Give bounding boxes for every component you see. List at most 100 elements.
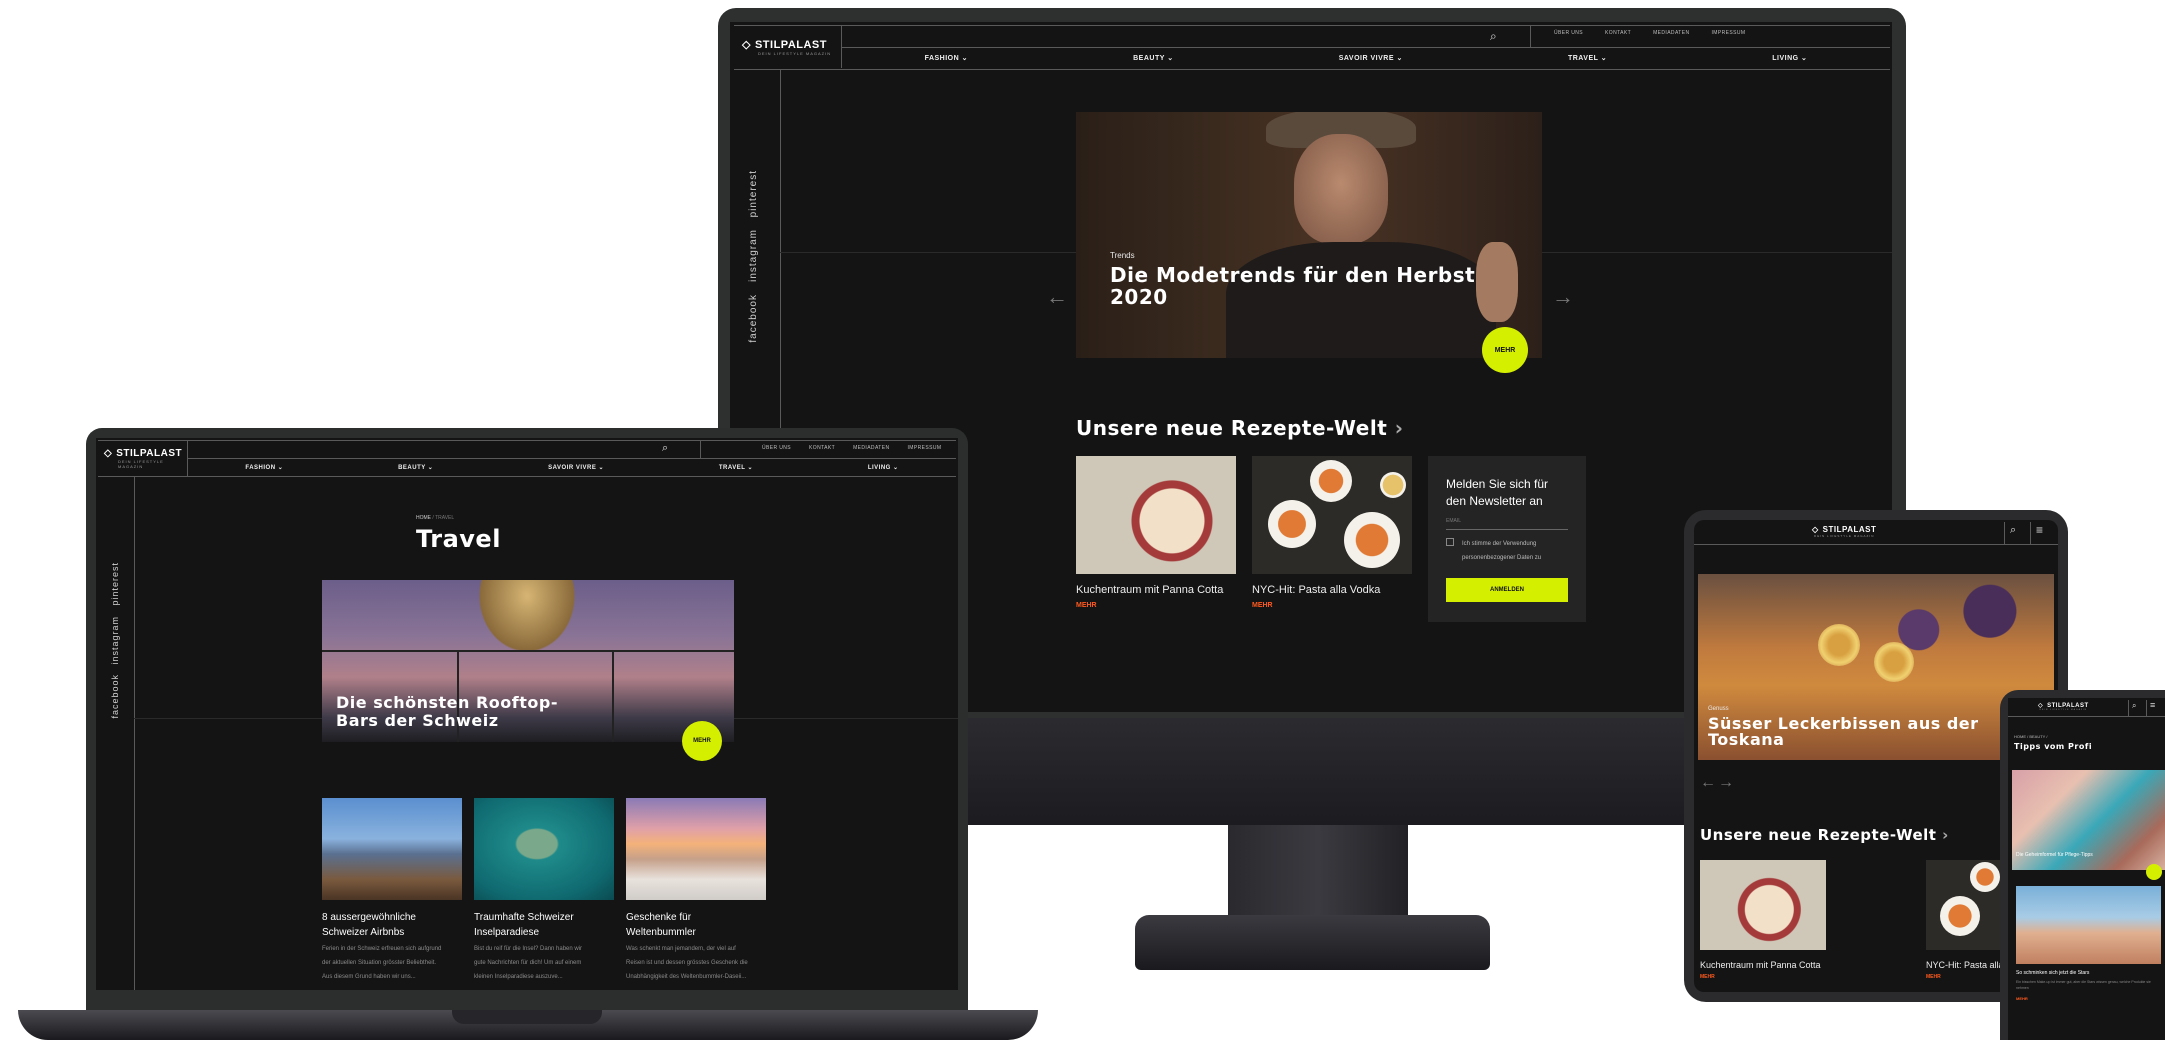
monitor-search-icon[interactable]: ⌕: [1490, 29, 1497, 44]
card-airbnb-title-line1[interactable]: 8 aussergewöhnliche: [322, 910, 416, 925]
card-gifts-title-line1[interactable]: Geschenke für: [626, 910, 696, 925]
phone-card2-title[interactable]: So schminken sich jetzt die Stars: [2016, 970, 2089, 976]
hero-next-arrow[interactable]: →: [1552, 284, 1574, 310]
laptop-hero-title-line2[interactable]: Bars der Schweiz: [336, 712, 558, 730]
tablet-search-icon[interactable]: ⌕: [2010, 524, 2016, 537]
nav-beauty[interactable]: BEAUTY ⌄: [398, 464, 433, 471]
util-contact-link[interactable]: KONTAKT: [809, 445, 835, 451]
brand-name: STILPALAST: [2047, 702, 2089, 709]
nav-travel[interactable]: TRAVEL ⌄: [719, 464, 753, 471]
newsletter-email-input[interactable]: EMAIL: [1446, 518, 1568, 530]
nav-travel[interactable]: TRAVEL ⌄: [1568, 54, 1607, 62]
monitor-card-pasta-image[interactable]: [1252, 456, 1412, 574]
facebook-link[interactable]: facebook: [110, 674, 120, 719]
laptop-search-icon[interactable]: ⌕: [662, 442, 668, 455]
nav-savoir-vivre[interactable]: SAVOIR VIVRE ⌄: [548, 464, 604, 471]
tablet-menu-icon[interactable]: ≡: [2036, 523, 2043, 537]
hero-prev-arrow[interactable]: ←: [1046, 284, 1068, 310]
laptop-card-gifts-image[interactable]: [626, 798, 766, 900]
nav-fashion[interactable]: FASHION ⌄: [925, 54, 968, 62]
tablet-prev-arrow[interactable]: ←: [1700, 774, 1716, 792]
monitor-main-nav: FASHION ⌄ BEAUTY ⌄ SAVOIR VIVRE ⌄ TRAVEL…: [842, 50, 1890, 66]
phone-card2-image[interactable]: [2016, 886, 2161, 964]
card-airbnb-text-line2: der aktuellen Situation grösster Beliebt…: [322, 960, 437, 966]
card-gifts-text-line1: Was schenkt man jemandem, der viel auf: [626, 946, 736, 952]
tablet-card-cake-more-link[interactable]: MEHR: [1700, 974, 1715, 980]
hero-mehr-badge[interactable]: MEHR: [1482, 327, 1528, 373]
nav-savoir-vivre[interactable]: SAVOIR VIVRE ⌄: [1339, 54, 1403, 62]
tablet-hero-title-line2[interactable]: Toskana: [1708, 732, 1979, 748]
recipes-heading[interactable]: Unsere neue Rezepte-Welt ›: [1076, 416, 1403, 440]
card-cake-title[interactable]: Kuchentraum mit Panna Cotta: [1076, 584, 1223, 596]
util-contact-link[interactable]: KONTAKT: [1605, 30, 1631, 36]
card-cake-more-link[interactable]: MEHR: [1076, 602, 1097, 609]
tablet-card-pasta-more-link[interactable]: MEHR: [1926, 974, 1941, 980]
card-islands-title-line2[interactable]: Inselparadiese: [474, 925, 574, 940]
pinterest-link[interactable]: pinterest: [110, 562, 120, 606]
laptop-screen: ◇ STILPALAST DEIN LIFESTYLE MAGAZIN ⌕ ÜB…: [96, 438, 958, 990]
card-islands-title-line1[interactable]: Traumhafte Schweizer: [474, 910, 574, 925]
hero-title-line2[interactable]: 2020: [1110, 286, 1475, 308]
chevron-right-icon: ›: [1394, 416, 1404, 440]
nav-beauty[interactable]: BEAUTY ⌄: [1133, 54, 1173, 62]
card-pasta-more-link[interactable]: MEHR: [1252, 602, 1273, 609]
tablet-card-cake-image[interactable]: [1700, 860, 1826, 950]
hero-category-label[interactable]: Trends: [1110, 251, 1135, 260]
card-islands-text-line2: gute Nachrichten für dich! Um auf einem: [474, 960, 582, 966]
util-imprint-link[interactable]: IMPRESSUM: [908, 445, 942, 451]
card-airbnb-text-line1: Ferien in der Schweiz erfreuen sich aufg…: [322, 946, 442, 952]
phone-search-icon[interactable]: ⌕: [2132, 701, 2136, 711]
diamond-logo-icon: ◇: [742, 39, 751, 51]
breadcrumb-home[interactable]: HOME: [416, 515, 431, 521]
phone-card1-badge[interactable]: [2146, 864, 2162, 880]
card-airbnb-title-line2[interactable]: Schweizer Airbnbs: [322, 925, 416, 940]
phone-card1-title[interactable]: Die Geheimformel für Pflege-Tipps: [2016, 852, 2093, 858]
newsletter-consent-line2: personenbezogener Daten zu: [1462, 555, 1542, 561]
tablet-hero-category[interactable]: Genuss: [1708, 706, 1729, 712]
nav-living[interactable]: LIVING ⌄: [868, 464, 899, 471]
brand-name: STILPALAST: [754, 38, 827, 51]
breadcrumb-current: TRAVEL: [435, 515, 455, 521]
card-gifts-text-line3: Unabhängigkeit des Weltenbummler-Daseii.…: [626, 974, 747, 980]
nav-fashion[interactable]: FASHION ⌄: [245, 464, 283, 471]
laptop-card-islands-image[interactable]: [474, 798, 614, 900]
tablet-next-arrow[interactable]: →: [1718, 774, 1734, 792]
laptop-social-links: pinterest instagram facebook: [110, 562, 120, 719]
util-mediadata-link[interactable]: MEDIADATEN: [853, 445, 889, 451]
tablet-recipes-heading[interactable]: Unsere neue Rezepte-Welt ›: [1700, 826, 1949, 844]
card-islands-text-line3: kleinen Inselparadiese auszuve...: [474, 974, 563, 980]
laptop-card-airbnb-image[interactable]: [322, 798, 462, 900]
tablet-card-cake-title[interactable]: Kuchentraum mit Panna Cotta: [1700, 960, 1821, 970]
card-gifts-text-line2: Reisen ist und dessen grösstes Geschenk …: [626, 960, 748, 966]
newsletter-submit-button[interactable]: ANMELDEN: [1446, 578, 1568, 602]
phone-logo[interactable]: ◇ STILPALAST DEIN LIFESTYLE MAGAZIN: [2038, 702, 2089, 712]
pinterest-link[interactable]: pinterest: [748, 170, 759, 217]
monitor-card-cake-image[interactable]: [1076, 456, 1236, 574]
card-gifts-title-line2[interactable]: Weltenbummler: [626, 925, 696, 940]
util-about-link[interactable]: ÜBER UNS: [1554, 30, 1583, 36]
tablet-logo[interactable]: ◇ STILPALAST DEIN LIFESTYLE MAGAZIN: [1812, 525, 1876, 538]
newsletter-consent-checkbox[interactable]: [1446, 538, 1454, 546]
facebook-link[interactable]: facebook: [748, 294, 759, 343]
diamond-logo-icon: ◇: [2038, 703, 2044, 709]
phone-card2-more-link[interactable]: MEHR: [2016, 996, 2028, 1001]
laptop-logo[interactable]: ◇ STILPALAST DEIN LIFESTYLE MAGAZIN: [98, 440, 188, 476]
card-airbnb-text-line3: Aus diesem Grund haben wir uns...: [322, 974, 416, 980]
instagram-link[interactable]: instagram: [110, 616, 120, 665]
monitor-hero-image[interactable]: [1076, 112, 1542, 358]
brand-tagline: DEIN LIFESTYLE MAGAZIN: [758, 51, 832, 56]
card-pasta-title[interactable]: NYC-Hit: Pasta alla Vodka: [1252, 584, 1380, 596]
nav-living[interactable]: LIVING ⌄: [1772, 54, 1807, 62]
util-mediadata-link[interactable]: MEDIADATEN: [1653, 30, 1689, 36]
hero-title-line1[interactable]: Die Modetrends für den Herbst: [1110, 264, 1475, 286]
laptop-hero-mehr-badge[interactable]: MEHR: [682, 721, 722, 761]
newsletter-title-line1: Melden Sie sich für: [1446, 477, 1549, 491]
monitor-logo[interactable]: ◇ STILPALAST DEIN LIFESTYLE MAGAZIN: [734, 26, 842, 68]
card-islands-text-line1: Bist du reif für die Insel? Dann haben w…: [474, 946, 583, 952]
instagram-link[interactable]: instagram: [748, 229, 759, 282]
util-about-link[interactable]: ÜBER UNS: [762, 445, 791, 451]
phone-menu-icon[interactable]: ≡: [2150, 700, 2155, 710]
tablet-card-pasta-title[interactable]: NYC-Hit: Pasta alla V: [1926, 960, 2006, 970]
util-imprint-link[interactable]: IMPRESSUM: [1712, 30, 1746, 36]
laptop-hero-title-line1[interactable]: Die schönsten Rooftop-: [336, 694, 558, 712]
